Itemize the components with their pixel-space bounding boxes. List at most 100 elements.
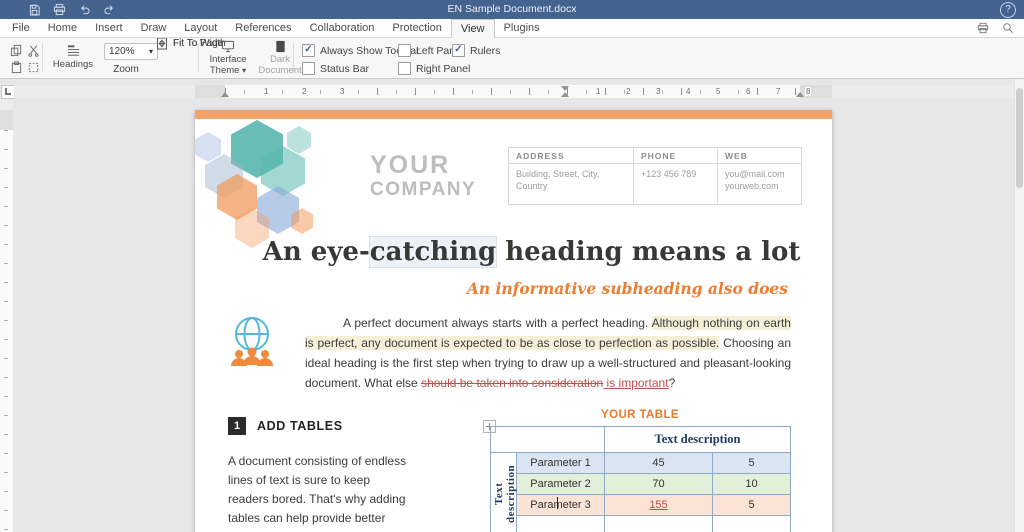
save-icon [28, 3, 41, 16]
document-page[interactable]: YOUR COMPANY ADDRESS PHONE WEB Building,… [195, 110, 832, 532]
tab-stop-selector[interactable] [1, 85, 15, 99]
table-cell[interactable] [712, 515, 791, 532]
deleted-text: should be taken into consideration [421, 376, 604, 390]
chevron-down-icon: ▾ [148, 46, 153, 56]
search-button[interactable] [1002, 22, 1014, 34]
status-bar-checkbox[interactable]: Status Bar [302, 62, 369, 75]
paste-icon [10, 61, 23, 74]
horizontal-ruler[interactable]: 1 2 3 1 2 3 4 5 6 7 8 [14, 85, 1014, 98]
toolbar-separator [293, 43, 294, 72]
company-name: YOUR COMPANY [370, 151, 477, 200]
right-panel-checkbox[interactable]: Right Panel [398, 62, 470, 75]
table-row: Parameter 2 70 10 [491, 473, 791, 495]
table-cell[interactable]: Parameter 1 [516, 452, 605, 474]
ruler-text-zone [225, 85, 800, 98]
cut-icon [27, 44, 40, 57]
hanging-indent-marker[interactable] [561, 92, 569, 97]
redo-icon [103, 3, 116, 16]
table-row: Text description Parameter 1 45 5 [490, 452, 791, 532]
tab-plugins[interactable]: Plugins [495, 19, 549, 37]
phone-value: +123 456 789 [633, 164, 717, 204]
tab-home[interactable]: Home [39, 19, 86, 37]
table-cell[interactable]: Parameter 2 [516, 473, 605, 495]
table-cell[interactable] [604, 515, 713, 532]
table-cell[interactable] [516, 515, 605, 532]
table-cell[interactable]: 5 [712, 452, 791, 474]
chevron-down-icon: ▾ [242, 65, 247, 75]
tab-insert[interactable]: Insert [86, 19, 132, 37]
menu-tab-bar: File Home Insert Draw Layout References … [0, 19, 1024, 38]
search-icon [1002, 22, 1014, 34]
save-button[interactable] [28, 3, 41, 16]
table-header-row: Text description [490, 426, 791, 453]
undo-icon [78, 3, 91, 16]
table-cell[interactable]: 45 [604, 452, 713, 474]
dark-document-icon [274, 40, 287, 53]
address-header: ADDRESS [509, 148, 633, 164]
table-row [491, 515, 791, 532]
copy-icon [10, 44, 23, 57]
checkbox-unchecked-icon [302, 62, 315, 75]
empty-header-cell[interactable] [490, 426, 605, 453]
first-line-indent-marker[interactable] [561, 86, 569, 91]
hexagon-shape [287, 126, 311, 154]
table-cell[interactable]: 70 [604, 473, 713, 495]
quick-print-button[interactable] [977, 22, 989, 34]
interface-theme-button[interactable]: Interface Theme ▾ [203, 40, 253, 76]
text-caret [557, 497, 558, 509]
tab-file[interactable]: File [3, 19, 39, 37]
table-cell[interactable]: 5 [712, 494, 791, 516]
table-header-cell[interactable]: Text description [604, 426, 791, 453]
redo-button[interactable] [103, 3, 116, 16]
table-cell[interactable]: Parameter 3 [516, 494, 605, 516]
undo-button[interactable] [78, 3, 91, 16]
zoom-value: 120% [109, 46, 135, 57]
toolbar-separator [198, 43, 199, 72]
zoom-label: Zoom [113, 64, 139, 75]
document-title: EN Sample Document.docx [447, 3, 577, 15]
headings-button[interactable]: Headings [46, 41, 100, 74]
tab-references[interactable]: References [226, 19, 300, 37]
inserted-text: is important [603, 376, 669, 390]
tab-draw[interactable]: Draw [132, 19, 176, 37]
tab-protection[interactable]: Protection [383, 19, 451, 37]
table-cell[interactable]: 155 [604, 494, 713, 516]
dark-document-button[interactable]: Dark Document [255, 40, 305, 76]
subheading: An informative subheading also does [466, 279, 788, 298]
main-heading: An eye-catching heading means a lot [262, 237, 801, 267]
help-button[interactable]: ? [1000, 2, 1016, 18]
interface-theme-icon [221, 40, 235, 53]
checkbox-unchecked-icon [398, 62, 411, 75]
fit-to-width-icon [156, 37, 168, 50]
print-icon [53, 3, 66, 16]
web-header: WEB [717, 148, 801, 164]
tab-layout[interactable]: Layout [175, 19, 226, 37]
select-all-button[interactable] [26, 60, 41, 75]
left-indent-marker[interactable] [221, 92, 229, 97]
section-number-badge: 1 [228, 417, 246, 435]
sample-table[interactable]: Text description Text description Parame… [490, 426, 791, 532]
cut-button[interactable] [26, 43, 41, 58]
checkbox-checked-icon: ✓ [452, 44, 465, 57]
scrollbar-thumb[interactable] [1016, 88, 1023, 188]
table-row: Parameter 3 155 5 [491, 494, 791, 516]
checkbox-unchecked-icon [398, 44, 411, 57]
zoom-select[interactable]: 120% ▾ [104, 43, 158, 60]
rulers-checkbox[interactable]: ✓ Rulers [452, 44, 500, 57]
headings-icon [66, 44, 81, 58]
table-cell[interactable]: 10 [712, 473, 791, 495]
tab-view[interactable]: View [450, 19, 495, 38]
right-indent-marker[interactable] [796, 92, 804, 97]
vertical-scrollbar[interactable] [1014, 78, 1024, 532]
toolbar-separator [42, 43, 43, 72]
paste-button[interactable] [9, 60, 24, 75]
copy-button[interactable] [9, 43, 24, 58]
table-caption: YOUR TABLE [601, 409, 679, 421]
tracked-change-value: 155 [649, 499, 668, 511]
section-1-paragraph: A document consisting of endless lines o… [228, 454, 407, 532]
vertical-ruler[interactable] [0, 100, 13, 532]
tab-collaboration[interactable]: Collaboration [301, 19, 384, 37]
intro-paragraph: A perfect document always starts with a … [305, 316, 792, 390]
print-button[interactable] [53, 3, 66, 16]
table-side-header-cell[interactable]: Text description [490, 452, 517, 532]
